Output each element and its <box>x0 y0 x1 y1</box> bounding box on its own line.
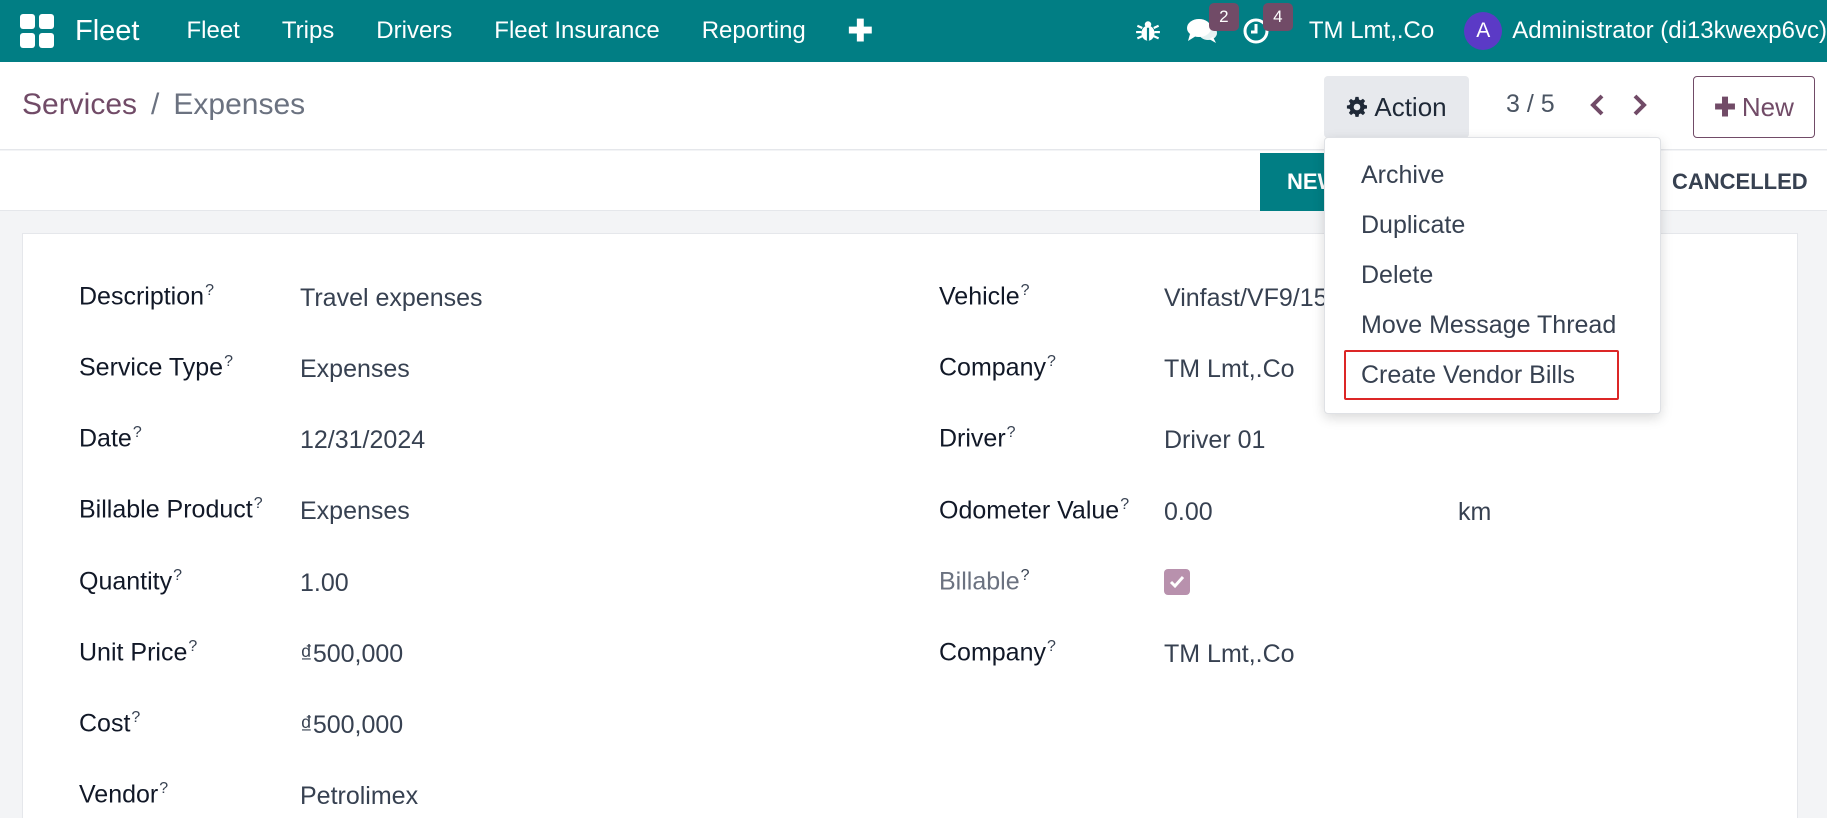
action-label: Action <box>1374 91 1447 122</box>
description-label: Description? <box>79 282 214 311</box>
new-label: New <box>1741 91 1794 122</box>
new-button[interactable]: ✚ New <box>1693 76 1815 138</box>
menu-item-archive[interactable]: Archive <box>1361 161 1444 190</box>
user-menu[interactable]: Administrator (di13kwexp6vc) <box>1512 17 1827 45</box>
menu-fleet-insurance[interactable]: Fleet Insurance <box>473 17 680 45</box>
company-field-2[interactable]: TM Lmt,.Co <box>1164 640 1295 669</box>
avatar[interactable]: A <box>1464 12 1503 50</box>
breadcrumb: Services / Expenses <box>22 88 305 122</box>
quantity-label: Quantity? <box>79 567 183 596</box>
driver-field[interactable]: Driver 01 <box>1164 426 1265 455</box>
action-button[interactable]: Action <box>1324 76 1469 138</box>
messages-icon[interactable]: 2 <box>1175 0 1239 62</box>
vehicle-label: Vehicle? <box>939 282 1030 311</box>
pager-next-icon[interactable] <box>1625 88 1655 122</box>
cost-label: Cost? <box>79 709 141 738</box>
date-field[interactable]: 12/31/2024 <box>300 426 425 455</box>
menu-trips[interactable]: Trips <box>261 17 355 45</box>
unit-price-field[interactable]: ₫500,000 <box>300 640 403 669</box>
menu-fleet[interactable]: Fleet <box>165 17 260 45</box>
cost-field[interactable]: ₫500,000 <box>300 711 403 740</box>
activities-badge: 4 <box>1262 3 1293 31</box>
billable-product-field[interactable]: Expenses <box>300 497 410 526</box>
menu-item-move-message-thread[interactable]: Move Message Thread <box>1361 311 1616 340</box>
gear-icon <box>1346 96 1368 118</box>
menu-item-delete[interactable]: Delete <box>1361 261 1433 290</box>
menu-drivers[interactable]: Drivers <box>355 17 473 45</box>
vehicle-field[interactable]: Vinfast/VF9/15 <box>1164 284 1328 313</box>
menu-item-duplicate[interactable]: Duplicate <box>1361 211 1465 240</box>
description-field[interactable]: Travel expenses <box>300 284 483 313</box>
menu-reporting[interactable]: Reporting <box>681 17 827 45</box>
pager-previous-icon[interactable] <box>1582 88 1612 122</box>
checkmark-icon <box>1169 576 1185 589</box>
plus-icon[interactable]: ✚ <box>827 14 894 49</box>
driver-label: Driver? <box>939 424 1016 453</box>
company-label: Company? <box>939 353 1056 382</box>
billable-checkbox[interactable] <box>1164 569 1190 595</box>
activity-clock-icon[interactable]: 4 <box>1229 0 1293 62</box>
status-cancelled[interactable]: CANCELLED <box>1672 169 1808 195</box>
unit-price-label: Unit Price? <box>79 638 198 667</box>
odometer-value-field[interactable]: 0.00 <box>1164 498 1213 527</box>
action-dropdown-menu: Archive Duplicate Delete Move Message Th… <box>1324 137 1661 414</box>
service-type-field[interactable]: Expenses <box>300 355 410 384</box>
quantity-field[interactable]: 1.00 <box>300 569 349 598</box>
odometer-unit: km <box>1458 498 1492 526</box>
company-field[interactable]: TM Lmt,.Co <box>1164 355 1295 384</box>
breadcrumb-separator: / <box>151 88 160 121</box>
apps-menu-icon[interactable] <box>18 12 56 50</box>
menu-item-create-vendor-bills[interactable]: Create Vendor Bills <box>1361 361 1575 390</box>
billable-label: Billable? <box>939 567 1030 596</box>
company-switcher[interactable]: TM Lmt,.Co <box>1309 17 1434 45</box>
breadcrumb-current: Expenses <box>173 88 306 121</box>
odometer-value-label: Odometer Value? <box>939 496 1130 525</box>
service-type-label: Service Type? <box>79 353 233 382</box>
bug-icon[interactable] <box>1121 0 1175 62</box>
date-label: Date? <box>79 424 142 453</box>
plus-icon: ✚ <box>1714 91 1736 122</box>
pager-value[interactable]: 3 / 5 <box>1506 90 1555 119</box>
top-navbar: Fleet Fleet Trips Drivers Fleet Insuranc… <box>0 0 1827 62</box>
vendor-field[interactable]: Petrolimex <box>300 782 418 811</box>
app-brand[interactable]: Fleet <box>75 15 139 48</box>
billable-product-label: Billable Product? <box>79 495 263 524</box>
breadcrumb-services[interactable]: Services <box>22 88 137 121</box>
vendor-label: Vendor? <box>79 780 169 809</box>
company-label-2: Company? <box>939 638 1056 667</box>
